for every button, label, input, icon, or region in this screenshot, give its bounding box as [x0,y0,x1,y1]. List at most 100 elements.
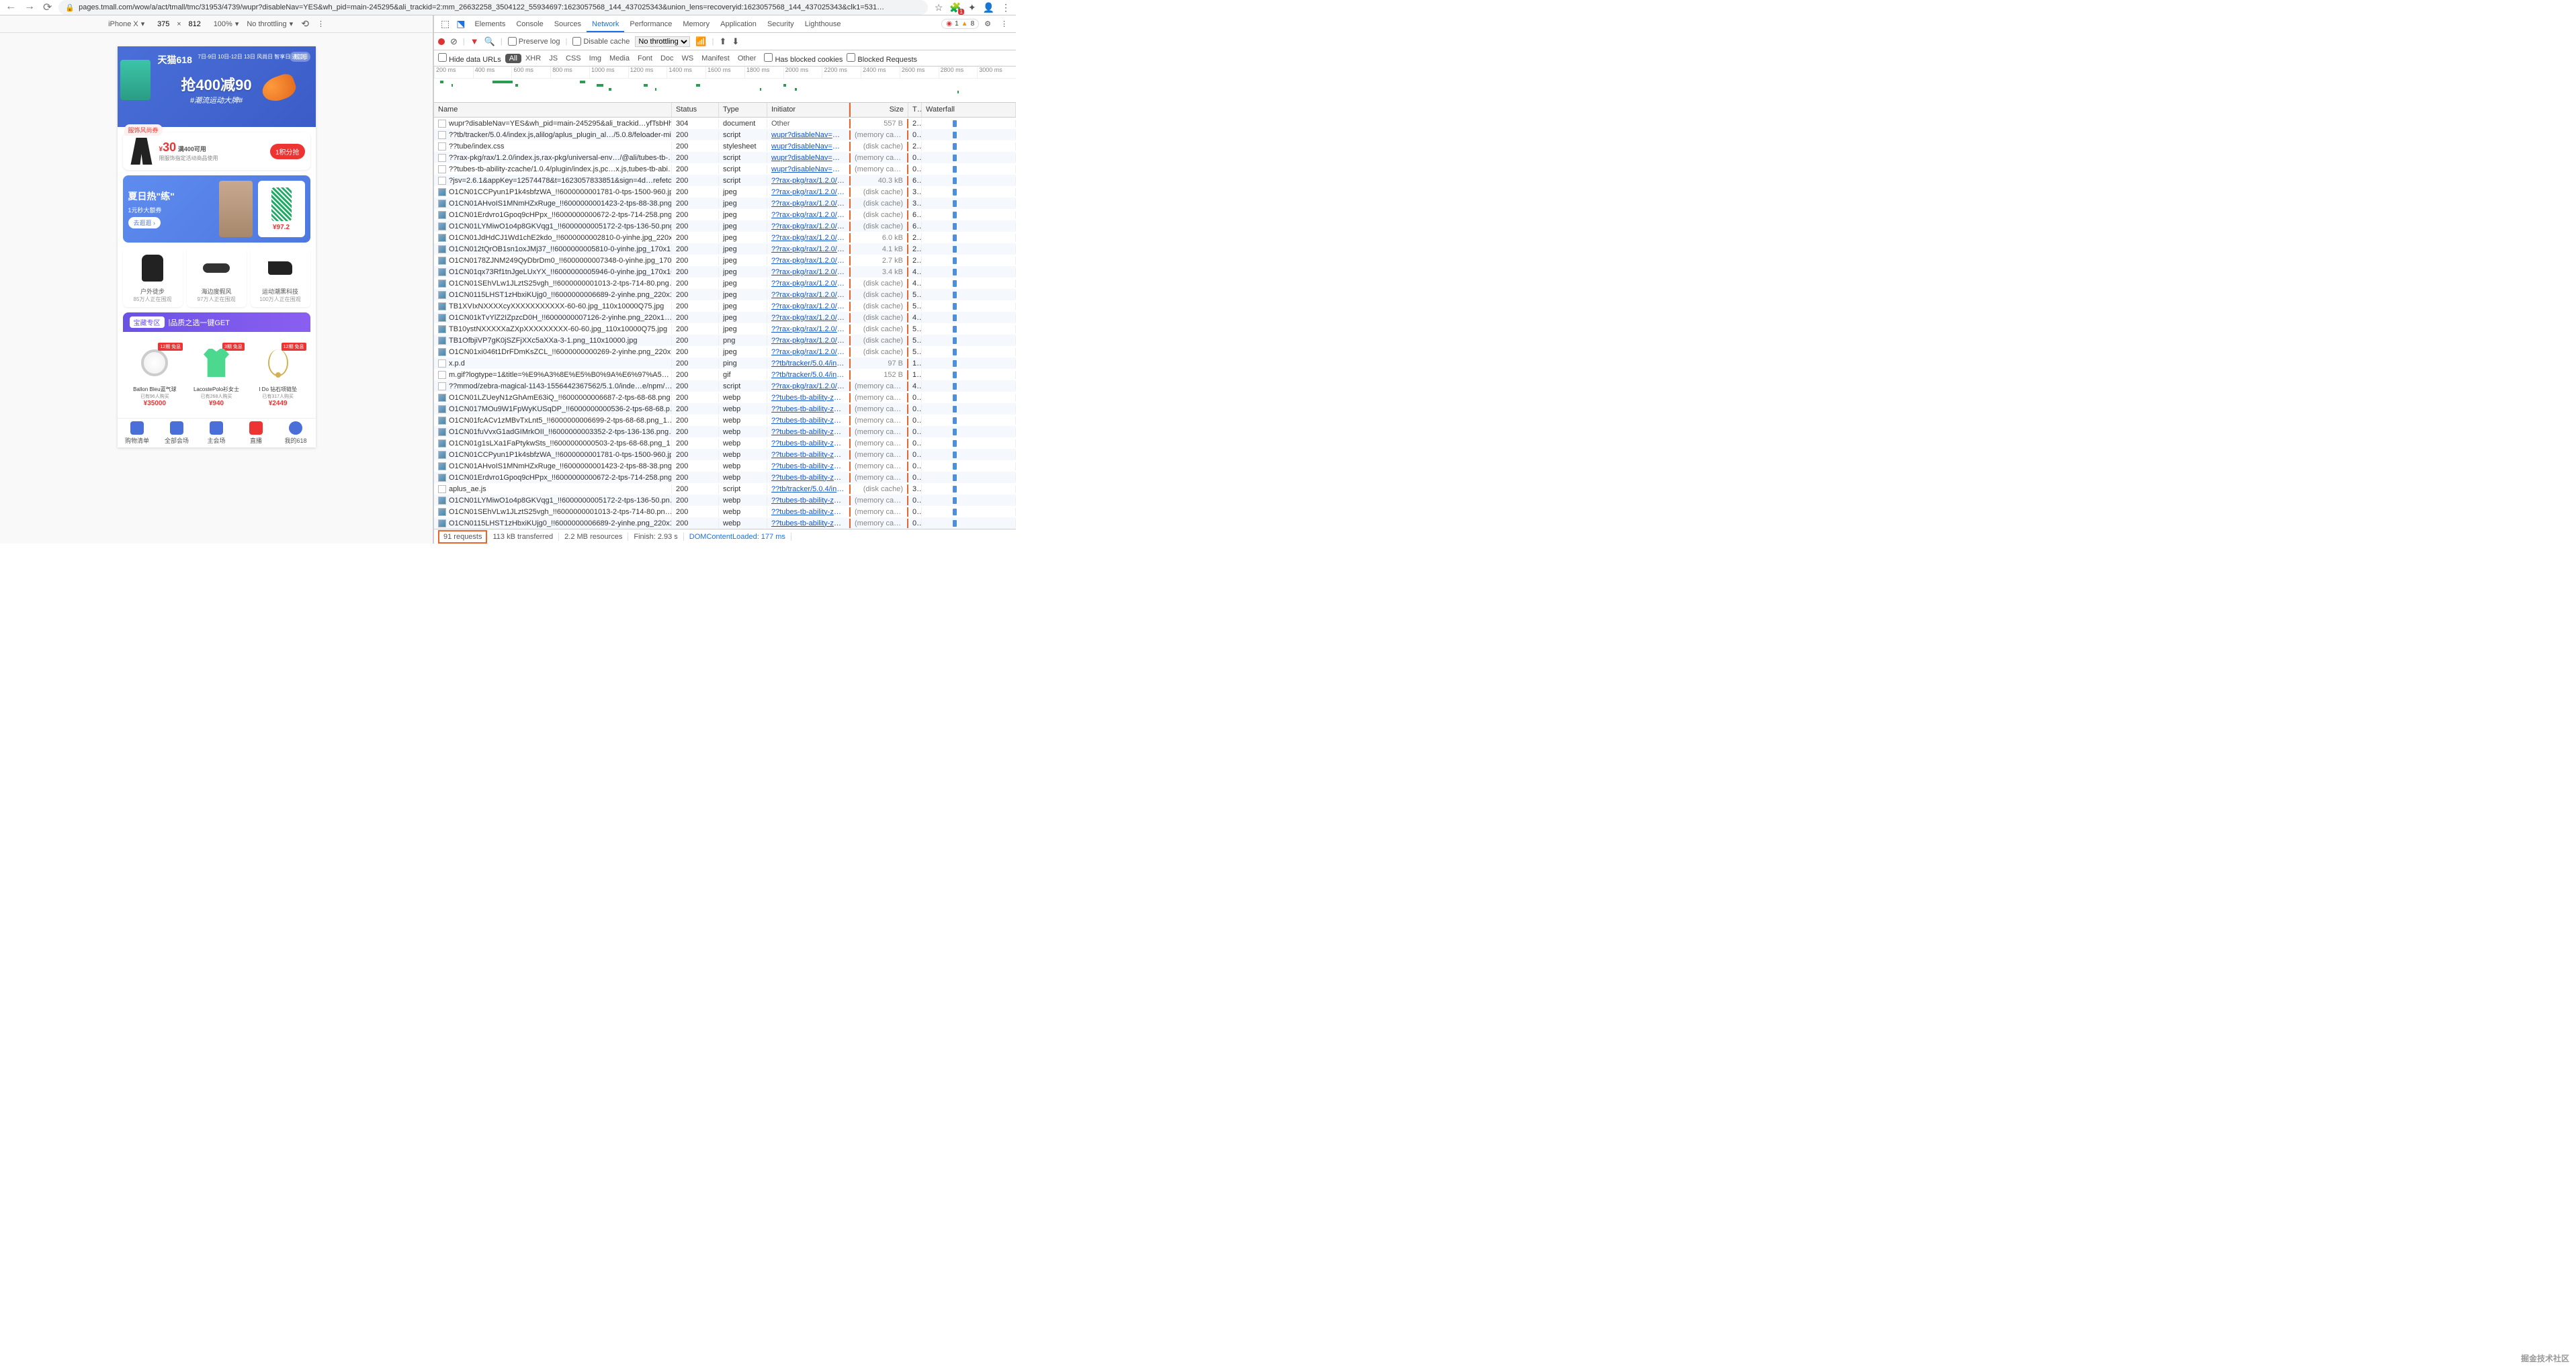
height-input[interactable] [184,20,206,28]
col-waterfall[interactable]: Waterfall [922,103,1016,117]
tabbar-item[interactable]: 全部会场 [157,419,197,447]
star-icon[interactable]: ☆ [935,2,943,13]
col-size[interactable]: Size [849,103,908,117]
tabbar-item[interactable]: 购物清单 [118,419,157,447]
product-card[interactable]: 3期 免息 LacostePolo衫女士 已有268人购买 ¥940 [187,343,246,407]
request-initiator[interactable]: ??rax-pkg/rax/1.2.0/index… [767,233,849,243]
request-initiator[interactable]: ??rax-pkg/rax/1.2.0/index… [767,176,849,185]
blocked-cookies-checkbox[interactable]: Has blocked cookies [764,53,843,64]
device-mode-icon[interactable]: ⬔ [454,18,468,30]
network-row[interactable]: ??rax-pkg/rax/1.2.0/index.js,rax-pkg/uni… [434,152,1016,163]
network-row[interactable]: aplus_ae.js 200 script ??tb/tracker/5.0.… [434,483,1016,495]
request-initiator[interactable]: ??tubes-tb-ability-zcache/… [767,519,849,528]
network-row[interactable]: O1CN01SEhVLw1JLztS25vgh_!!6000000001013-… [434,277,1016,289]
network-row[interactable]: ??mmod/zebra-magical-1143-1556442367562/… [434,380,1016,392]
request-initiator[interactable]: ??rax-pkg/rax/1.2.0/index… [767,245,849,254]
request-initiator[interactable]: ??tubes-tb-ability-zcache/… [767,416,849,425]
request-initiator[interactable]: ??rax-pkg/rax/1.2.0/index… [767,187,849,197]
request-initiator[interactable]: ??tb/tracker/5.0.4/index.js… [767,359,849,368]
filter-type-js[interactable]: JS [545,54,562,63]
coupon-button[interactable]: 1积分抢 [270,144,305,159]
wifi-icon[interactable]: 📶 [695,36,706,47]
blocked-requests-checkbox[interactable]: Blocked Requests [847,53,917,64]
extensions-icon[interactable]: ✦ [968,2,976,13]
request-initiator[interactable]: ??rax-pkg/rax/1.2.0/index… [767,210,849,220]
inspect-icon[interactable]: ⬚ [438,18,452,30]
tabbar-item[interactable]: 主会场 [197,419,237,447]
network-row[interactable]: O1CN0115LHST1zHbxiKUjg0_!!6000000006689-… [434,517,1016,529]
devtools-tab-elements[interactable]: Elements [469,17,511,31]
network-row[interactable]: O1CN01g1sLXa1FaPtykwSts_!!6000000000503-… [434,437,1016,449]
col-time[interactable]: T… [908,103,922,117]
network-row[interactable]: ??tube/index.css 200 stylesheet wupr?dis… [434,140,1016,152]
request-initiator[interactable]: wupr?disableNav=YES&w… [767,142,849,151]
tabbar-item[interactable]: 直播 [237,419,276,447]
filter-type-xhr[interactable]: XHR [521,54,545,63]
request-initiator[interactable]: wupr?disableNav=YES&w… [767,130,849,140]
throttle-select[interactable]: No throttling [635,36,690,47]
back-icon[interactable]: ← [5,1,16,14]
network-row[interactable]: O1CN01kTvYlZ2IZpzcD0H_!!6000000007126-2-… [434,312,1016,323]
disable-cache-checkbox[interactable]: Disable cache [572,37,630,46]
devtools-tab-lighthouse[interactable]: Lighthouse [800,17,847,31]
product-card[interactable]: 12期 免息 Ballon Bleu蓝气球 已有96人购买 ¥35000 [126,343,185,407]
devtools-tab-network[interactable]: Network [587,17,624,32]
devtools-tab-security[interactable]: Security [762,17,800,31]
network-row[interactable]: O1CN01qx73Rf1tnJgeLUxYX_!!6000000005946-… [434,266,1016,277]
request-initiator[interactable]: wupr?disableNav=YES&w… [767,165,849,174]
devtools-tab-sources[interactable]: Sources [549,17,587,31]
filter-type-ws[interactable]: WS [678,54,698,63]
request-initiator[interactable]: ??tubes-tb-ability-zcache/… [767,439,849,448]
network-row[interactable]: wupr?disableNav=YES&wh_pid=main-245295&a… [434,118,1016,129]
network-row[interactable]: O1CN01Erdvro1Gpoq9cHPpx_!!6000000000672-… [434,472,1016,483]
filter-type-css[interactable]: CSS [562,54,585,63]
category-card[interactable]: 运动潮黑科技 100万人正在围观 [251,248,310,307]
network-row[interactable]: O1CN01AHvoIS1MNmHZxRuge_!!6000000001423-… [434,460,1016,472]
request-initiator[interactable]: ??rax-pkg/rax/1.2.0/index… [767,199,849,208]
extension-icon[interactable]: 🧩1 [949,2,961,13]
request-initiator[interactable]: ??tubes-tb-ability-zcache/… [767,393,849,402]
rotate-icon[interactable]: ⟲ [301,18,309,30]
upload-icon[interactable]: ⬆ [719,36,726,47]
timeline[interactable]: 200 ms400 ms600 ms800 ms1000 ms1200 ms14… [434,67,1016,103]
devtools-menu-icon[interactable]: ⋮ [996,19,1012,28]
request-initiator[interactable]: ??rax-pkg/rax/1.2.0/index… [767,382,849,391]
throttle-select[interactable]: No throttling ▾ [247,19,293,28]
network-row[interactable]: TB10ystNXXXXXaZXpXXXXXXXXX-60-60.jpg_110… [434,323,1016,335]
banner[interactable]: 规则 天猫618 7日-9日 10日-12日 13日 风尚日 智享日 进口日 抢… [118,46,316,127]
reload-icon[interactable]: ⟳ [43,1,52,14]
network-row[interactable]: O1CN01Erdvro1Gpoq9cHPpx_!!6000000000672-… [434,209,1016,220]
filter-type-media[interactable]: Media [605,54,634,63]
filter-type-all[interactable]: All [505,54,521,63]
summer-card[interactable]: 夏日热"练" 1元秒大额券 去逛逛 › ¥97.2 [123,175,310,243]
request-initiator[interactable]: ??tubes-tb-ability-zcache/… [767,462,849,471]
request-initiator[interactable]: ??rax-pkg/rax/1.2.0/index… [767,222,849,231]
download-icon[interactable]: ⬇ [732,36,739,47]
col-name[interactable]: Name [434,103,672,117]
go-button[interactable]: 去逛逛 › [128,217,161,228]
request-initiator[interactable]: ??tubes-tb-ability-zcache/… [767,496,849,505]
network-row[interactable]: O1CN01fuVvxG1adGIMrkOII_!!6000000003352-… [434,426,1016,437]
devtools-tab-memory[interactable]: Memory [677,17,715,31]
network-row[interactable]: O1CN01CCPyun1P1k4sbfzWA_!!6000000001781-… [434,449,1016,460]
devtools-tab-performance[interactable]: Performance [624,17,677,31]
category-card[interactable]: 户外徒步 85万人正在围观 [123,248,183,307]
network-row[interactable]: ?jsv=2.6.1&appKey=12574478&t=16230578338… [434,175,1016,186]
request-initiator[interactable]: ??rax-pkg/rax/1.2.0/index… [767,290,849,300]
network-row[interactable]: O1CN01LYMiwO1o4p8GKVqg1_!!6000000005172-… [434,495,1016,506]
network-row[interactable]: O1CN01xi046t1DrFDmKsZCL_!!6000000000269-… [434,346,1016,357]
col-status[interactable]: Status [672,103,719,117]
request-initiator[interactable]: wupr?disableNav=YES&w… [767,153,849,163]
network-row[interactable]: TB1OfbjiVP7gK0jSZFjXXc5aXXa-3-1.png_110x… [434,335,1016,346]
hide-urls-checkbox[interactable]: Hide data URLs [438,53,501,64]
forward-icon[interactable]: → [24,1,35,14]
summer-product[interactable]: ¥97.2 [258,181,305,237]
network-row[interactable]: O1CN01SEhVLw1JLztS25vgh_!!6000000001013-… [434,506,1016,517]
network-row[interactable]: m.gif?logtype=1&title=%E9%A3%8E%E5%B0%9A… [434,369,1016,380]
network-row[interactable]: ??tb/tracker/5.0.4/index.js,alilog/aplus… [434,129,1016,140]
network-row[interactable]: O1CN017MOu9W1FpWyKUSqDP_!!6000000000536-… [434,403,1016,415]
filter-type-img[interactable]: Img [585,54,605,63]
width-input[interactable] [153,20,174,28]
zoom-select[interactable]: 100% ▾ [214,19,239,28]
request-initiator[interactable]: ??tb/tracker/5.0.4/index.js… [767,370,849,380]
